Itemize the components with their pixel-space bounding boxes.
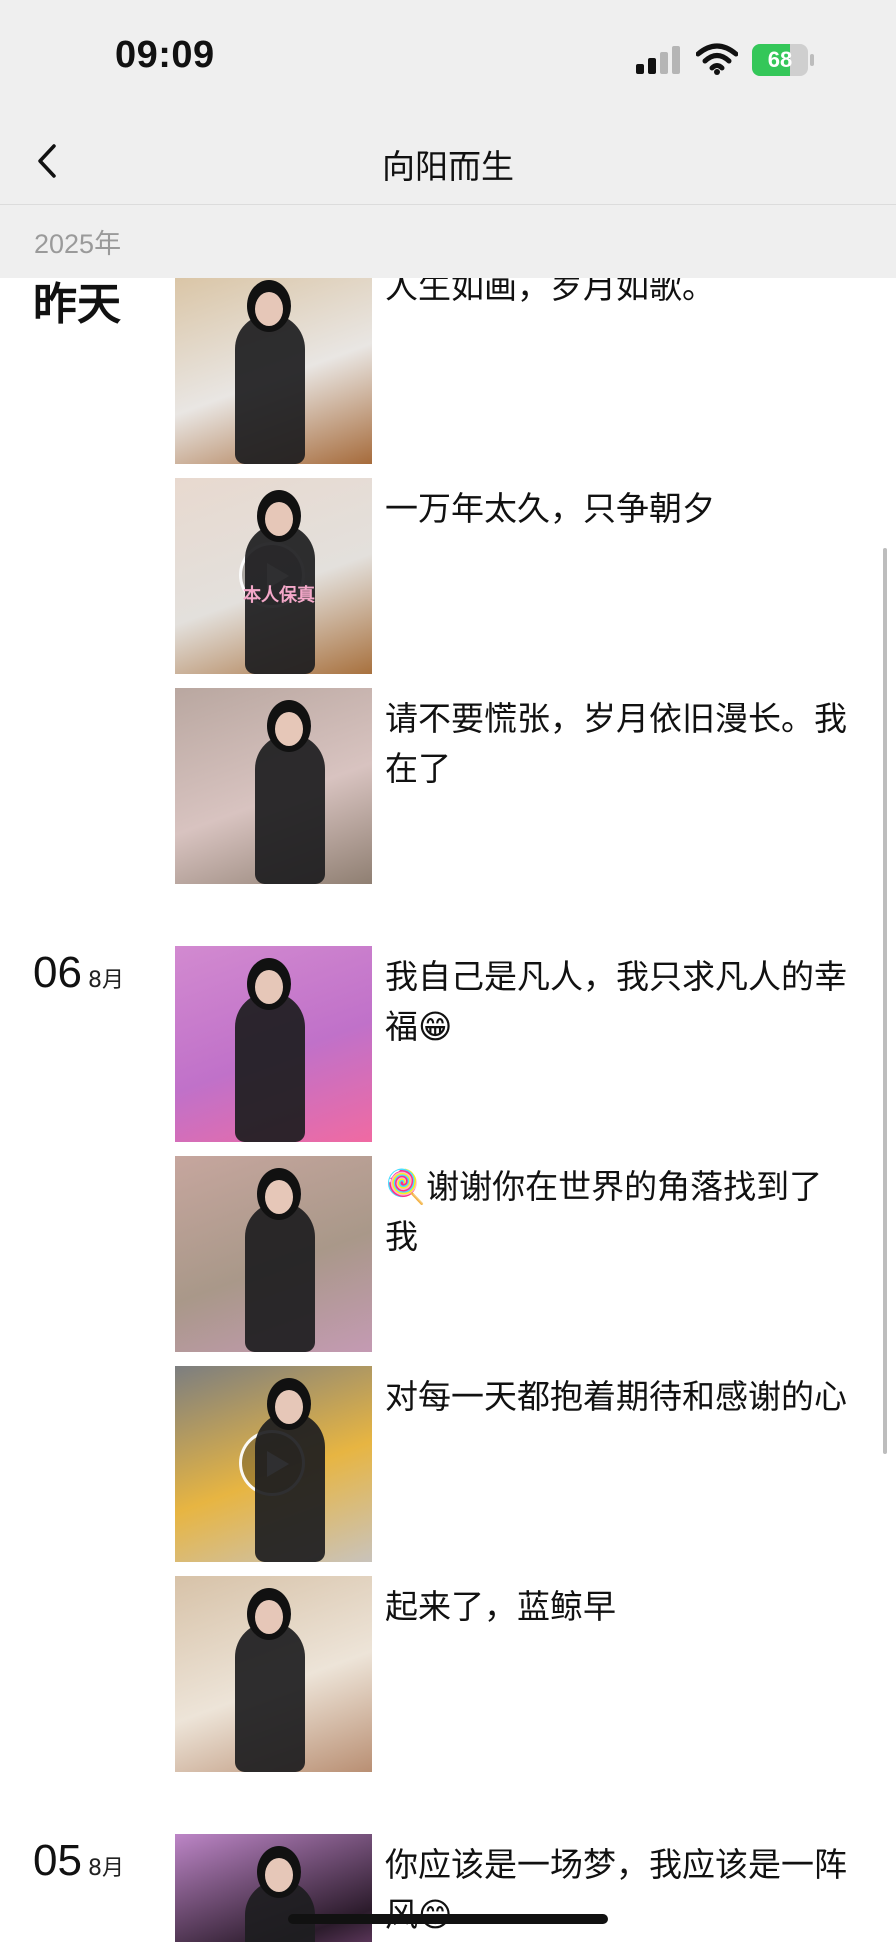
post-thumbnail[interactable] <box>175 1834 372 1942</box>
post-item[interactable]: 🍭谢谢你在世界的角落找到了我 <box>175 1156 855 1352</box>
wifi-icon <box>696 43 738 75</box>
moments-feed[interactable]: 昨天 人生如画，岁月如歌。 本人保真 一万年太久，只争朝夕 请不要慌张，岁月依旧… <box>0 0 896 1942</box>
status-time: 09:09 <box>115 34 215 76</box>
person-face <box>265 1858 293 1892</box>
post-item[interactable]: 你应该是一场梦，我应该是一阵风😁 <box>175 1834 855 1942</box>
battery-tip <box>810 54 814 66</box>
post-item[interactable]: 人生如画，岁月如歌。 <box>175 267 855 464</box>
person-figure <box>235 314 305 464</box>
day-month: 8月 <box>87 968 124 993</box>
nav-bar: 向阳而生 <box>0 120 896 204</box>
person-face <box>275 712 303 746</box>
overlay-text: 本人保真 <box>243 585 315 606</box>
post-thumbnail[interactable] <box>175 1576 372 1772</box>
person-face <box>275 1390 303 1424</box>
post-item[interactable]: 起来了，蓝鲸早 <box>175 1576 855 1772</box>
scrollbar[interactable] <box>883 548 887 1454</box>
day-label: 05 8月 <box>33 1836 124 1886</box>
person-figure <box>245 1202 315 1352</box>
person-figure <box>235 992 305 1142</box>
signal-icon <box>636 46 680 74</box>
home-indicator[interactable] <box>288 1914 608 1924</box>
post-text: 起来了，蓝鲸早 <box>385 1587 616 1626</box>
person-face <box>265 502 293 536</box>
person-figure <box>255 734 325 884</box>
post-item[interactable]: 我自己是凡人，我只求凡人的幸福😁 <box>175 946 855 1142</box>
post-thumbnail[interactable]: 本人保真 <box>175 478 372 674</box>
post-text: 请不要慌张，岁月依旧漫长。我在了 <box>385 699 847 788</box>
screen: 昨天 人生如画，岁月如歌。 本人保真 一万年太久，只争朝夕 请不要慌张，岁月依旧… <box>0 0 896 1942</box>
nav-divider <box>0 204 896 205</box>
year-label: 2025年 <box>34 229 122 259</box>
post-thumbnail[interactable] <box>175 946 372 1142</box>
day-month: 8月 <box>87 1856 124 1881</box>
day-number: 05 <box>33 1836 82 1885</box>
day-label: 06 8月 <box>33 948 124 998</box>
person-face <box>255 1600 283 1634</box>
post-thumbnail[interactable] <box>175 1366 372 1562</box>
post-text: 🍭谢谢你在世界的角落找到了我 <box>385 1167 823 1256</box>
post-thumbnail[interactable] <box>175 1156 372 1352</box>
person-figure <box>255 1412 325 1562</box>
person-figure <box>235 1622 305 1772</box>
battery-body: 68 <box>752 44 808 76</box>
battery-icon: 68 <box>752 44 814 76</box>
post-text: 对每一天都抱着期待和感谢的心 <box>385 1377 847 1416</box>
battery-level: 68 <box>767 47 793 72</box>
post-item[interactable]: 请不要慌张，岁月依旧漫长。我在了 <box>175 688 855 884</box>
post-text: 你应该是一场梦，我应该是一阵风😁 <box>385 1845 847 1934</box>
page-title: 向阳而生 <box>382 147 514 186</box>
top-bar: 09:09 68 向阳而生 2025年 <box>0 0 896 278</box>
post-text: 我自己是凡人，我只求凡人的幸福😁 <box>385 957 847 1046</box>
person-face <box>255 970 283 1004</box>
post-item[interactable]: 本人保真 一万年太久，只争朝夕 <box>175 478 855 674</box>
post-text: 一万年太久，只争朝夕 <box>385 489 715 528</box>
status-bar: 09:09 68 <box>0 0 896 120</box>
post-item[interactable]: 对每一天都抱着期待和感谢的心 <box>175 1366 855 1562</box>
post-thumbnail[interactable] <box>175 688 372 884</box>
person-face <box>265 1180 293 1214</box>
day-number: 06 <box>33 948 82 997</box>
person-face <box>255 292 283 326</box>
post-thumbnail[interactable] <box>175 268 372 464</box>
